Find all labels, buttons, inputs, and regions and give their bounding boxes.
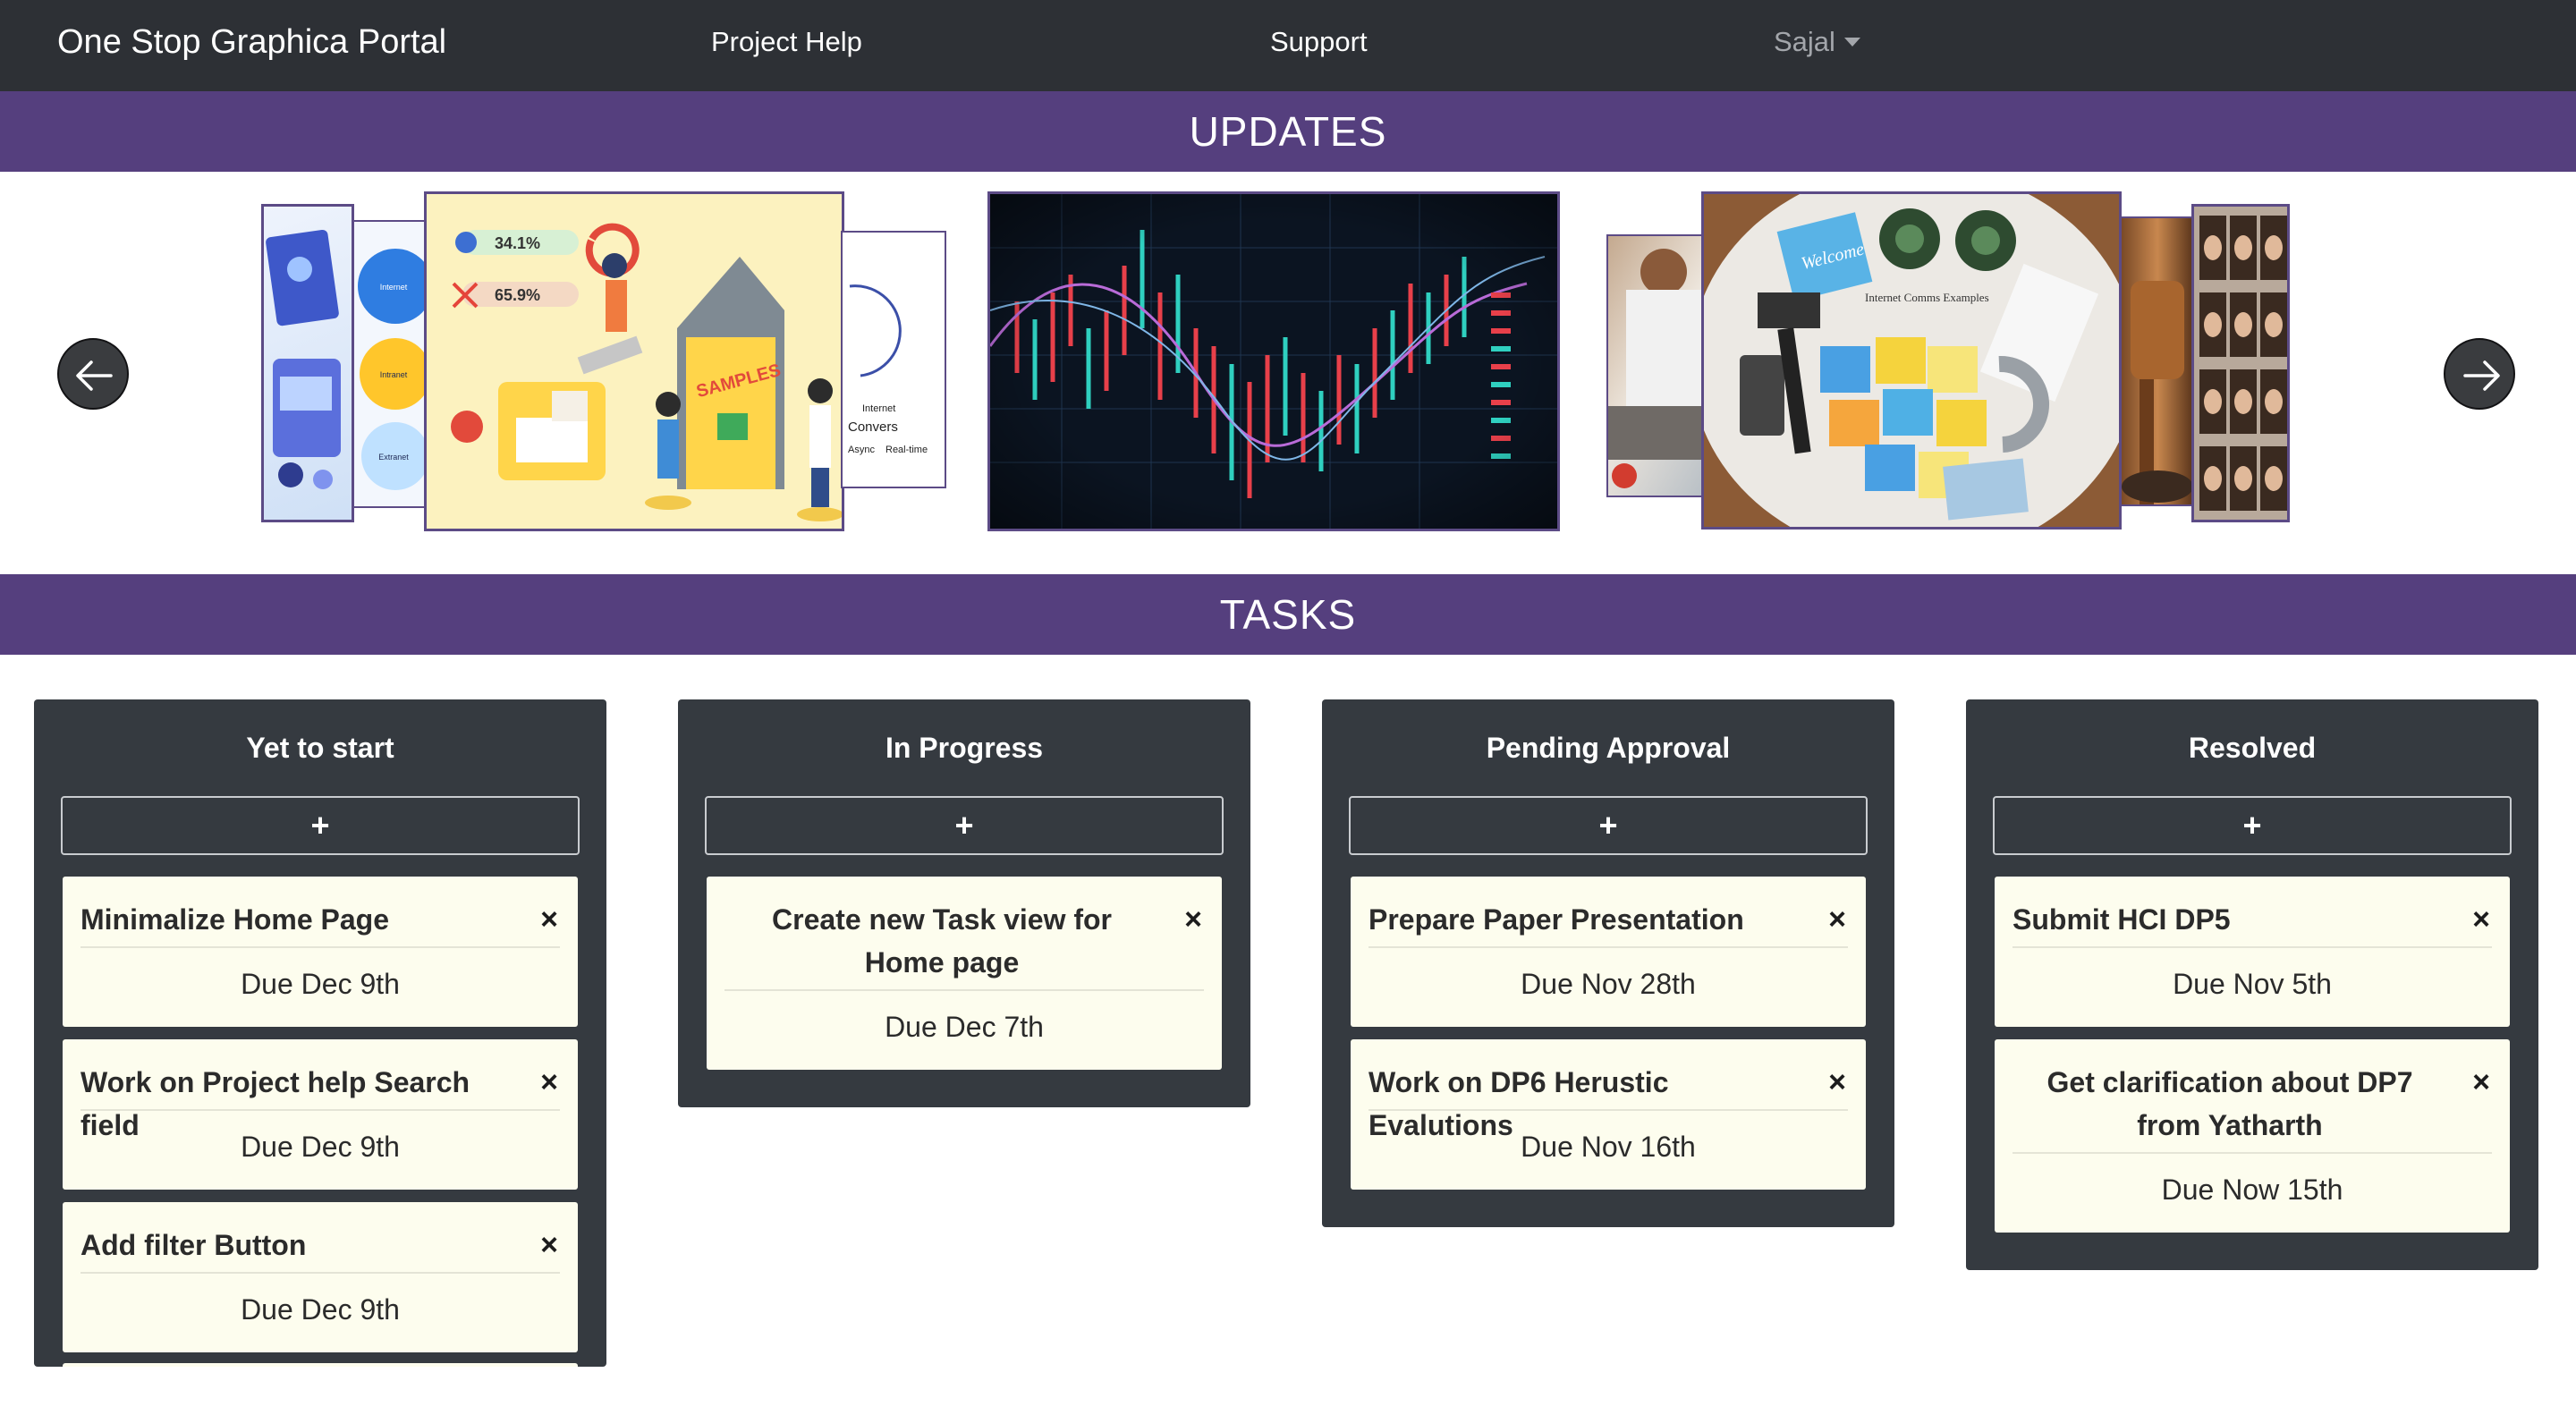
close-icon[interactable]: × (540, 1064, 558, 1100)
task-card-partial[interactable] (63, 1363, 578, 1367)
task-title: Get clarification about DP7 from Yathart… (2046, 1066, 2413, 1141)
close-icon[interactable]: × (1828, 1064, 1846, 1100)
updates-heading: UPDATES (0, 91, 2576, 172)
task-title: Add filter Button (80, 1229, 307, 1261)
stock-chart-photo (990, 194, 1557, 529)
carousel-slide-samples[interactable]: 34.1% 65.9% SAMPLES (424, 191, 844, 531)
samples-illustration: 34.1% 65.9% SAMPLES (427, 194, 842, 529)
task-card-header: Work on Project help Search field × (80, 1039, 560, 1141)
app-window: One Stop Graphica Portal Project Help Su… (0, 0, 2576, 1415)
slide-label: Convers (848, 419, 898, 435)
carousel-slide-infrastructure[interactable] (261, 204, 354, 522)
network-circles-illustration: Internet Intranet Extranet (358, 249, 426, 490)
user-name: Sajal (1774, 26, 1835, 57)
updates-carousel: Internet Intranet Extranet 34.1% 65.9% S… (0, 172, 2576, 574)
slide-label: Intranet (380, 370, 408, 379)
infrastructure-illustration (266, 229, 341, 489)
close-icon[interactable]: × (540, 902, 558, 937)
faces-grid-photo (2194, 207, 2287, 520)
slide-label: Internet (862, 403, 895, 414)
column-yet-to-start: Yet to start + Minimalize Home Page × Du… (34, 699, 606, 1367)
task-title: Minimalize Home Page (80, 903, 389, 936)
task-due-date: Due Nov 28th (1521, 968, 1696, 1000)
task-due-date: Due Dec 7th (885, 1011, 1044, 1043)
column-in-progress: In Progress + Create new Task view for H… (678, 699, 1250, 1107)
user-menu-dropdown[interactable]: Sajal (1774, 23, 1860, 61)
task-title: Prepare Paper Presentation (1368, 903, 1744, 936)
add-task-button[interactable]: + (1349, 796, 1868, 855)
task-card-header: Minimalize Home Page × (80, 877, 560, 948)
task-card[interactable]: Create new Task view for Home page × Due… (707, 877, 1222, 1070)
carousel-slide-faces-grid[interactable] (2191, 204, 2290, 522)
close-icon[interactable]: × (2472, 902, 2490, 937)
add-task-button[interactable]: + (1993, 796, 2512, 855)
close-icon[interactable]: × (2472, 1064, 2490, 1100)
column-resolved: Resolved + Submit HCI DP5 × Due Nov 5th … (1966, 699, 2538, 1270)
slide-label: Extranet (378, 453, 409, 462)
carousel-slide-office-photo[interactable] (1606, 234, 1703, 497)
nav-support[interactable]: Support (1270, 23, 1368, 61)
carousel-slide-gavel[interactable] (2120, 216, 2195, 506)
task-card[interactable]: Get clarification about DP7 from Yathart… (1995, 1039, 2510, 1233)
add-task-button[interactable]: + (61, 796, 580, 855)
task-card-header: Submit HCI DP5 × (2012, 877, 2492, 948)
task-card-header: Prepare Paper Presentation × (1368, 877, 1848, 948)
office-photo (1608, 249, 1701, 488)
carousel-next-button[interactable] (2444, 338, 2515, 410)
task-card[interactable]: Work on Project help Search field × Due … (63, 1039, 578, 1190)
nav-project-help[interactable]: Project Help (711, 23, 862, 61)
task-due-date: Due Now 15th (2161, 1174, 2343, 1206)
column-title: Pending Approval (1486, 732, 1731, 764)
brand-title[interactable]: One Stop Graphica Portal (57, 21, 446, 63)
task-due-date: Due Dec 9th (241, 968, 400, 1000)
sticky-notes-board: Welcome Internet Comms Examples (1704, 194, 2119, 527)
carousel-slide-welcome-board[interactable]: Welcome Internet Comms Examples (1701, 191, 2122, 530)
task-card[interactable]: Submit HCI DP5 × Due Nov 5th (1995, 877, 2510, 1027)
slide-label: Async (848, 445, 875, 455)
task-title: Submit HCI DP5 (2012, 903, 2231, 936)
task-due-date: Due Dec 9th (241, 1131, 400, 1163)
task-title: Create new Task view for Home page (772, 903, 1112, 979)
tasks-heading: TASKS (0, 574, 2576, 655)
close-icon[interactable]: × (1828, 902, 1846, 937)
task-card[interactable]: Minimalize Home Page × Due Dec 9th (63, 877, 578, 1027)
slide-label: Real-time (886, 445, 928, 455)
task-card-header: Create new Task view for Home page × (724, 877, 1204, 991)
column-title: In Progress (885, 732, 1044, 764)
column-title: Resolved (2188, 732, 2317, 764)
arrow-left-icon (76, 360, 113, 391)
column-pending-approval: Pending Approval + Prepare Paper Present… (1322, 699, 1894, 1227)
task-due-date: Due Nov 16th (1521, 1131, 1696, 1163)
gavel-photo (2122, 281, 2193, 504)
slide-label: Internet (380, 283, 408, 292)
slide-label: Internet Comms Examples (1865, 291, 1989, 304)
task-card-header: Add filter Button × (80, 1202, 560, 1274)
top-navbar: One Stop Graphica Portal Project Help Su… (0, 0, 2576, 91)
carousel-prev-button[interactable] (57, 338, 129, 410)
caret-down-icon (1843, 38, 1860, 47)
task-card[interactable]: Add filter Button × Due Dec 9th (63, 1202, 578, 1352)
task-card[interactable]: Prepare Paper Presentation × Due Nov 28t… (1351, 877, 1866, 1027)
task-due-date: Due Dec 9th (241, 1293, 400, 1326)
conversation-diagram: Internet Convers Async Real-time (848, 284, 928, 455)
task-card-header: Work on DP6 Herustic Evalutions × (1368, 1039, 1848, 1141)
slide-label: 65.9% (495, 286, 540, 304)
close-icon[interactable]: × (540, 1227, 558, 1263)
carousel-slide-conversation[interactable]: Internet Convers Async Real-time (841, 231, 946, 488)
add-task-button[interactable]: + (705, 796, 1224, 855)
carousel-slide-networks[interactable]: Internet Intranet Extranet (352, 220, 428, 508)
arrow-right-icon (2463, 360, 2500, 391)
task-card[interactable]: Work on DP6 Herustic Evalutions × Due No… (1351, 1039, 1866, 1190)
column-title: Yet to start (246, 732, 394, 764)
carousel-slide-stock-chart[interactable] (987, 191, 1560, 531)
slide-label: 34.1% (495, 234, 540, 252)
task-due-date: Due Nov 5th (2173, 968, 2332, 1000)
task-card-header: Get clarification about DP7 from Yathart… (2012, 1039, 2492, 1154)
close-icon[interactable]: × (1184, 902, 1202, 937)
